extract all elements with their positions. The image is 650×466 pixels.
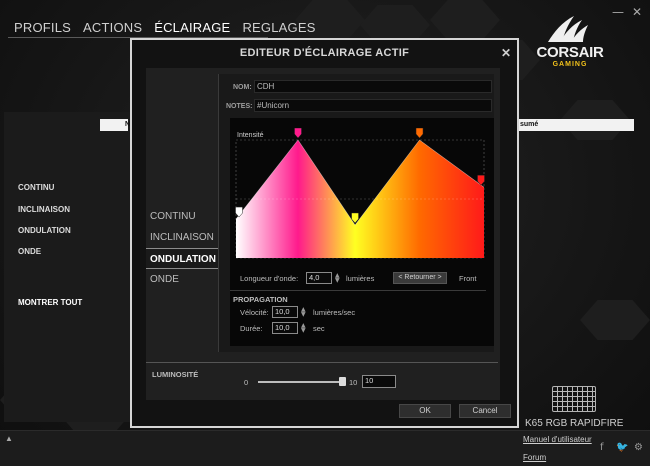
wavelength-stepper[interactable]: ▲ ▼ [335, 273, 340, 284]
sails-icon [548, 16, 588, 42]
show-all-button[interactable]: MONTRER TOUT [18, 298, 82, 307]
duration-label: Durée: [240, 324, 263, 333]
intensity-gradient-graph[interactable] [232, 128, 488, 266]
facebook-icon[interactable]: f [600, 442, 604, 453]
bg-header-fragment: sumé [520, 121, 539, 128]
duration-stepper[interactable]: ▲ ▼ [301, 323, 306, 334]
reverse-button[interactable]: < Retourner > [393, 272, 447, 284]
brand-sub: GAMING [552, 61, 588, 68]
cancel-button[interactable]: Cancel [459, 404, 511, 418]
divider [230, 290, 486, 291]
modal-title: EDITEUR D'ÉCLAIRAGE ACTIF [239, 47, 410, 59]
brightness-slider-track[interactable] [258, 381, 342, 383]
bg-header-bar [100, 119, 128, 131]
wavelength-unit: lumières [346, 274, 375, 283]
bg-sidebar-item-continu[interactable]: CONTINU [18, 183, 54, 192]
name-field[interactable]: CDH [254, 80, 492, 93]
manual-link[interactable]: Manuel d'utilisateur [523, 435, 592, 444]
bg-sidebar-item-onde[interactable]: ONDE [18, 247, 41, 256]
velocity-input[interactable]: 10,0 [272, 306, 298, 318]
close-icon[interactable]: ✕ [501, 46, 511, 60]
brightness-slider-thumb[interactable] [339, 377, 346, 386]
velocity-stepper[interactable]: ▲ ▼ [301, 307, 306, 318]
background-sidebar [4, 112, 132, 422]
intensity-label: Intensité [237, 132, 264, 139]
front-label: Front [459, 274, 477, 283]
close-window-icon[interactable]: ✕ [632, 5, 642, 19]
duration-unit: sec [313, 324, 325, 333]
expand-up-icon[interactable]: ▲ [5, 434, 13, 443]
bg-sidebar-item-inclinaison[interactable]: INCLINAISON [18, 205, 70, 214]
brightness-input[interactable]: 10 [362, 375, 396, 388]
brightness-max-label: 10 [349, 378, 358, 387]
name-label: NOM: [233, 84, 252, 91]
gradient-stop-marker[interactable] [415, 128, 424, 139]
device-name: K65 RGB RAPIDFIRE [525, 418, 624, 429]
brightness-panel [146, 362, 498, 396]
gear-icon[interactable]: ⚙ [634, 442, 643, 453]
minimize-icon[interactable]: — [612, 5, 624, 19]
velocity-unit: lumières/sec [313, 308, 356, 317]
propagation-title: PROPAGATION [233, 295, 288, 304]
wavelength-input[interactable]: 4,0 [306, 272, 332, 284]
duration-input[interactable]: 10,0 [272, 322, 298, 334]
gradient-stop-marker[interactable] [294, 128, 302, 139]
brightness-min-label: 0 [244, 378, 249, 387]
ok-button[interactable]: OK [399, 404, 451, 418]
wavelength-label: Longueur d'onde: [240, 274, 299, 283]
velocity-label: Vélocité: [240, 308, 269, 317]
bg-sidebar-item-ondulation[interactable]: ONDULATION [18, 226, 71, 235]
twitter-icon[interactable]: 🐦 [616, 442, 628, 453]
notes-label: NOTES: [226, 103, 253, 110]
keyboard-image[interactable] [552, 386, 596, 412]
brand-name: CORSAIR [536, 44, 604, 61]
brightness-title: LUMINOSITÉ [152, 370, 199, 379]
forum-link[interactable]: Forum [523, 453, 546, 462]
notes-field[interactable]: #Unicorn [254, 99, 492, 112]
corsair-logo: CORSAIR GAMING [528, 14, 612, 70]
